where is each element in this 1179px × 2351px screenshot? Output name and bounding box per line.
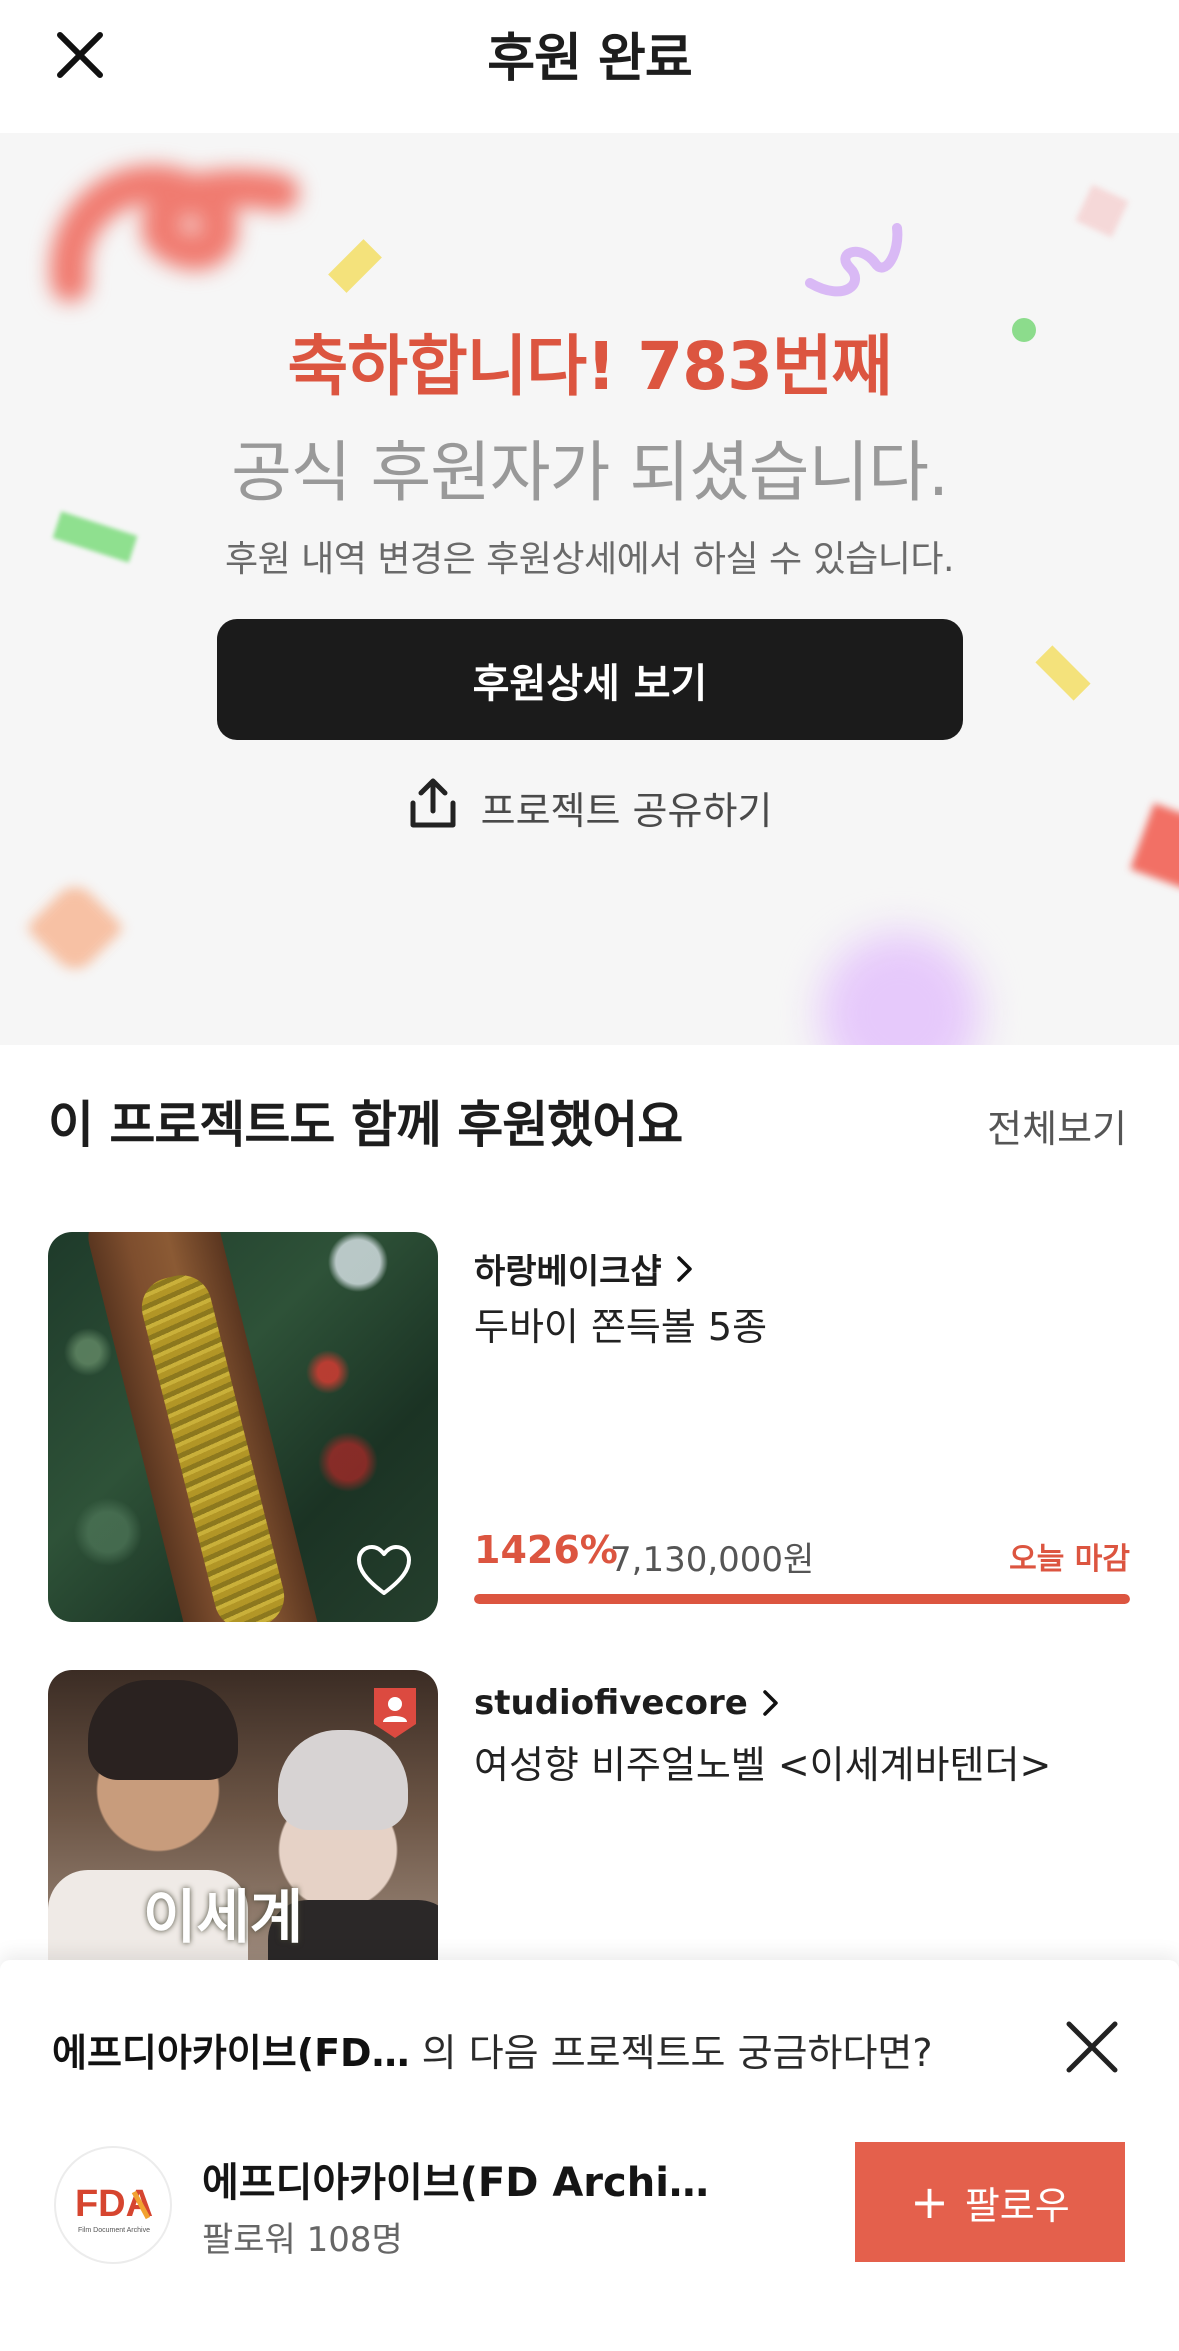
seller-name: studiofivecore	[474, 1683, 748, 1723]
congrats-message: 축하합니다! 783번째	[287, 328, 893, 405]
avatar-logo-caption: Film Document Archive	[78, 2227, 150, 2234]
confetti-decoration	[805, 223, 905, 303]
follower-count: 팔로워 108명	[202, 2220, 403, 2260]
seller-link[interactable]: studiofivecore	[474, 1683, 780, 1723]
person-badge-icon	[370, 1684, 420, 1740]
official-supporter-message: 공식 후원자가 되셨습니다.	[231, 434, 949, 511]
chevron-right-icon	[676, 1255, 692, 1282]
follow-creator-sheet: 에프디아카이브(FD… 의 다음 프로젝트도 궁금하다면? FDA Film D…	[0, 1960, 1179, 2351]
thumbnail-art	[88, 1680, 238, 1780]
funding-progress-bar	[474, 1594, 1130, 1604]
funding-percent: 1426%	[474, 1528, 618, 1572]
chevron-right-icon	[763, 1690, 778, 1716]
share-project-button[interactable]: 프로젝트 공유하기	[0, 777, 1179, 837]
plus-icon: +	[910, 2175, 949, 2229]
project-title[interactable]: 여성향 비주얼노벨 <이세계바텐더>	[474, 1734, 1051, 1789]
follow-prompt-text: 의 다음 프로젝트도 궁금하다면?	[409, 2031, 933, 2075]
share-icon	[407, 775, 459, 840]
page-title: 후원 완료	[487, 29, 692, 89]
follow-button[interactable]: + 팔로우	[855, 2142, 1125, 2262]
follow-prompt: 에프디아카이브(FD… 의 다음 프로젝트도 궁금하다면?	[52, 2022, 933, 2077]
funding-stats: 1426% 7,130,000원 오늘 마감	[474, 1528, 1130, 1580]
thumbnail-title-text: 이세계	[143, 1883, 304, 1951]
confetti-decoration	[1075, 184, 1129, 238]
share-label: 프로젝트 공유하기	[480, 788, 773, 833]
top-bar: 후원 완료	[0, 0, 1179, 133]
funding-amount: 7,130,000원	[610, 1540, 815, 1580]
avatar[interactable]: FDA Film Document Archive	[54, 2146, 172, 2264]
see-all-link[interactable]: 전체보기	[987, 1098, 1127, 1153]
confetti-decoration	[25, 878, 125, 978]
view-pledge-details-button[interactable]: 후원상세 보기	[217, 619, 963, 740]
change-notice: 후원 내역 변경은 후원상세에서 하실 수 있습니다.	[224, 539, 955, 580]
creator-name[interactable]: 에프디아카이브(FD Archi…	[202, 2150, 709, 2208]
heart-icon[interactable]	[355, 1543, 413, 1597]
confetti-decoration	[820, 933, 980, 1045]
project-thumbnail[interactable]	[48, 1232, 438, 1622]
confetti-decoration	[1035, 645, 1091, 701]
thumbnail-art	[278, 1730, 408, 1830]
page: 후원 완료 축하합니다! 783번째 공식 후원자가 되셨습니다. 후원 내역 …	[0, 0, 1179, 2351]
confetti-decoration	[328, 239, 382, 293]
close-icon[interactable]	[1063, 2018, 1121, 2076]
project-title[interactable]: 두바이 쫀득볼 5종	[474, 1296, 767, 1351]
confetti-decoration	[40, 153, 320, 303]
project-thumbnail[interactable]: 이세계	[48, 1670, 438, 1960]
creator-short-name: 에프디아카이브(FD…	[52, 2031, 410, 2075]
seller-link[interactable]: 하랑베이크샵	[474, 1244, 694, 1293]
follow-label: 팔로우	[964, 2183, 1070, 2228]
celebration-banner: 축하합니다! 783번째 공식 후원자가 되셨습니다. 후원 내역 변경은 후원…	[0, 133, 1179, 1045]
seller-name: 하랑베이크샵	[474, 1252, 662, 1292]
deadline-badge: 오늘 마감	[1009, 1542, 1130, 1577]
progress-fill	[474, 1594, 1130, 1604]
section-title: 이 프로젝트도 함께 후원했어요	[48, 1096, 683, 1154]
